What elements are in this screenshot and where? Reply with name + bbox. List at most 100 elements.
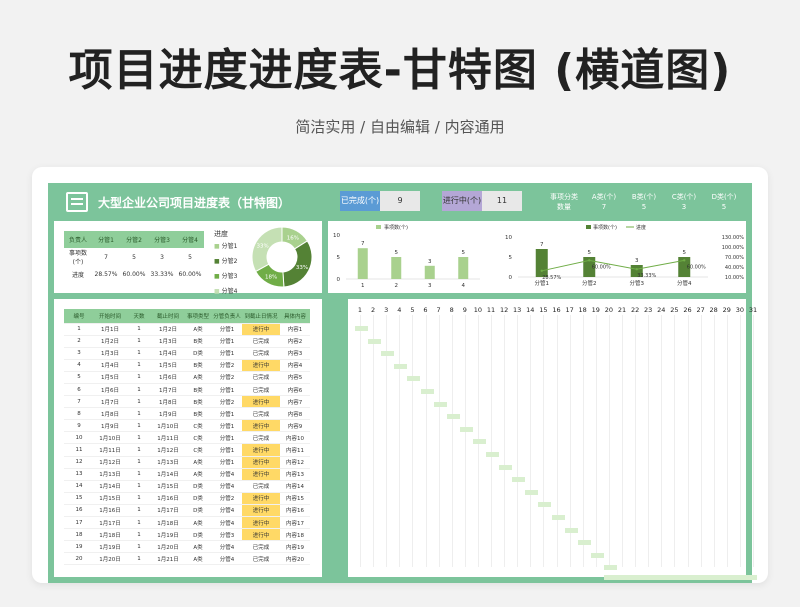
table-cell: 1 bbox=[126, 528, 152, 542]
data-label: 5 bbox=[395, 250, 399, 256]
donut-label: 33% bbox=[296, 265, 308, 271]
table-cell: 分管2 bbox=[212, 492, 242, 505]
table-cell: 4 bbox=[64, 359, 94, 372]
table-cell: 17 bbox=[64, 516, 94, 530]
line-label: 60.00% bbox=[687, 264, 706, 270]
table-cell: 内容17 bbox=[280, 516, 310, 530]
day-header: 11 bbox=[486, 306, 496, 314]
table-cell: 1 bbox=[126, 431, 152, 445]
table-cell: 1月16日 bbox=[152, 492, 184, 505]
table-cell: 1月19日 bbox=[152, 528, 184, 542]
table-cell: 1月10日 bbox=[94, 431, 126, 445]
table-cell: 1 bbox=[64, 323, 94, 336]
table-cell: 1 bbox=[126, 468, 152, 481]
table-row: 16 1月16日 1 1月17日 D类 分管4 进行中 内容16 bbox=[64, 504, 310, 518]
table-cell: 18 bbox=[64, 528, 94, 542]
column-header: 具体内容 bbox=[280, 309, 310, 324]
table-row: 19 1月19日 1 1月20日 A类 分管4 已完成 内容19 bbox=[64, 540, 310, 554]
day-header: 4 bbox=[397, 306, 402, 314]
day-header: 15 bbox=[539, 306, 548, 314]
table-cell: D类 bbox=[184, 480, 212, 493]
table-cell: 内容9 bbox=[280, 419, 310, 433]
table-cell: 1 bbox=[126, 552, 152, 566]
column-header: 编号 bbox=[64, 309, 94, 324]
day-gridline bbox=[648, 315, 650, 567]
table-cell: 内容4 bbox=[280, 359, 310, 372]
y-tick-left: 0 bbox=[509, 275, 513, 281]
day-header: 26 bbox=[683, 306, 692, 314]
tasks-table: 编号 开始时间 天数 截止时间 事项类型 分管负责人 到截止日情况 具体内容 1 1月1日 1 1月2… bbox=[64, 309, 310, 566]
table-cell: 分管1 bbox=[212, 456, 242, 469]
status-cell: 进行中 bbox=[242, 468, 280, 481]
column-header: 到截止日情况 bbox=[242, 309, 280, 324]
day-gridline bbox=[582, 315, 584, 567]
table-cell: 15 bbox=[64, 492, 94, 505]
table-cell: 1月9日 bbox=[94, 419, 126, 433]
table-cell: 分管4 bbox=[212, 504, 242, 518]
bar bbox=[424, 265, 435, 279]
day-header: 21 bbox=[617, 306, 627, 314]
table-cell: 分管4 bbox=[212, 516, 242, 530]
table-cell: 11 bbox=[64, 443, 94, 457]
table-cell: A类 bbox=[184, 516, 212, 530]
table-cell: 分管1 bbox=[212, 443, 242, 457]
bar bbox=[458, 257, 469, 279]
table-cell: 内容16 bbox=[280, 504, 310, 518]
bar bbox=[535, 249, 548, 277]
table-row: 3 1月3日 1 1月4日 D类 分管1 已完成 内容3 bbox=[64, 347, 310, 360]
table-cell: 5 bbox=[64, 371, 94, 384]
status-cell: 已完成 bbox=[242, 407, 280, 421]
table-cell: 1 bbox=[126, 335, 152, 348]
table-cell: 6 bbox=[64, 383, 94, 397]
column-header: 事项类型 bbox=[184, 309, 212, 324]
status-cell: 进行中 bbox=[242, 516, 280, 530]
spreadsheet: 大型企业公司项目进度表（甘特图） 已完成(个) 9 进行中(个) 11 事项分类… bbox=[48, 183, 757, 583]
day-header: 13 bbox=[513, 306, 522, 314]
gantt-bar bbox=[381, 351, 395, 357]
day-gridline bbox=[635, 315, 637, 567]
table-cell: 1月20日 bbox=[152, 540, 184, 554]
gantt-bar bbox=[538, 502, 552, 508]
table-cell: 1月5日 bbox=[94, 371, 126, 384]
table-cell: 分管4 bbox=[212, 540, 242, 554]
table-row: 2 1月2日 1 1月3日 B类 分管1 已完成 内容2 bbox=[64, 335, 310, 348]
table-cell: 内容20 bbox=[280, 552, 310, 566]
sheet-title: 大型企业公司项目进度表（甘特图） bbox=[98, 196, 291, 210]
y-tick-right: 40.00% bbox=[725, 265, 744, 271]
legend-label: 事项数(个) bbox=[384, 224, 408, 231]
table-cell: 1月15日 bbox=[152, 480, 184, 493]
category-a: A类(个) 7 bbox=[591, 193, 617, 211]
table-cell: 分管3 bbox=[212, 528, 242, 542]
table-cell: 内容14 bbox=[280, 480, 310, 493]
table-row: 12 1月12日 1 1月13日 A类 分管1 进行中 内容12 bbox=[64, 456, 310, 469]
x-tick: 2 bbox=[395, 283, 399, 289]
status-cell: 进行中 bbox=[242, 419, 280, 433]
summary-panel: 负责人 分管1 分管2 分管3 分管4 事项数(个) 7 5 3 5 进度 28.57% 60.00… bbox=[54, 221, 322, 295]
day-gridline bbox=[504, 315, 506, 567]
table-cell: B类 bbox=[184, 383, 212, 397]
table-cell: 9 bbox=[64, 419, 94, 433]
day-gridline bbox=[753, 315, 754, 567]
category-c: C类(个) 3 bbox=[671, 193, 697, 211]
table-row: 10 1月10日 1 1月11日 C类 分管1 已完成 内容10 bbox=[64, 431, 310, 445]
day-header: 28 bbox=[709, 306, 718, 314]
legend-swatch bbox=[376, 225, 381, 229]
column-header: 截止时间 bbox=[152, 309, 184, 324]
day-gridline bbox=[438, 315, 440, 567]
table-cell: A类 bbox=[184, 468, 212, 481]
day-header: 24 bbox=[657, 306, 666, 314]
table-cell: 1月1日 bbox=[94, 323, 126, 336]
table-cell: 1月8日 bbox=[152, 395, 184, 409]
table-cell: 分管1 bbox=[212, 347, 242, 360]
table-cell: 1 bbox=[126, 347, 152, 360]
table-cell: 1 bbox=[126, 516, 152, 530]
hero-subtitle: 简洁实用 / 自由编辑 / 内容通用 bbox=[295, 118, 505, 136]
table-cell: D类 bbox=[184, 492, 212, 505]
table-cell: 1 bbox=[126, 540, 152, 554]
day-header: 16 bbox=[552, 306, 561, 314]
gantt-bar bbox=[499, 464, 513, 470]
status-cell: 进行中 bbox=[242, 443, 280, 457]
table-cell: B类 bbox=[184, 395, 212, 409]
x-tick: 分管3 bbox=[630, 279, 645, 287]
column-header: 分管负责人 bbox=[212, 309, 242, 324]
